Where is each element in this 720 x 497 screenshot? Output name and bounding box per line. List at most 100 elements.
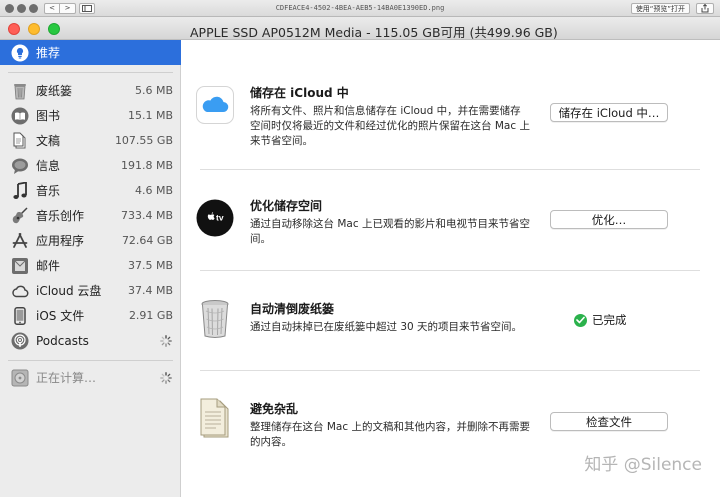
sidebar-item-label: 邮件 — [36, 259, 61, 273]
preview-sidebar-toggle-icon[interactable] — [79, 2, 95, 14]
sidebar-item-music[interactable]: 音乐 4.6 MB — [0, 178, 181, 203]
sidebar-item-label: 推荐 — [36, 46, 61, 60]
sidebar-item-label: iCloud 云盘 — [36, 284, 102, 298]
sidebar-item-music-creation[interactable]: 音乐创作 733.4 MB — [0, 203, 181, 228]
sidebar-item-books[interactable]: 图书 15.1 MB — [0, 103, 181, 128]
row-divider — [200, 370, 700, 371]
loading-spinner-icon — [160, 371, 172, 384]
sidebar-item-label: iOS 文件 — [36, 309, 85, 323]
music-note-icon — [11, 181, 29, 200]
traffic-lights — [8, 23, 60, 35]
recommendation-description: 通过自动抹掉已在废纸篓中超过 30 天的项目来节省空间。 — [250, 321, 523, 333]
row-divider — [200, 169, 700, 170]
sidebar-item-label: 应用程序 — [36, 234, 85, 248]
zoom-button[interactable] — [48, 23, 60, 35]
preview-minimize-button[interactable] — [17, 3, 26, 13]
guitar-icon — [11, 206, 29, 225]
review-files-button[interactable]: 检查文件 — [550, 412, 668, 431]
share-icon[interactable] — [696, 3, 714, 14]
preview-zoom-button[interactable] — [29, 3, 38, 13]
status-badge: 已完成 — [574, 312, 627, 328]
preview-toolbar: < > CDFEACE4-4502-4BEA-AEB5-14BA0E1390ED… — [0, 0, 720, 17]
recommendation-description: 整理储存在这台 Mac 上的文稿和其他内容，并删除不再需要的内容。 — [250, 421, 530, 448]
recommendation-title: 避免杂乱 — [250, 402, 299, 416]
sidebar-item-podcasts[interactable]: Podcasts — [0, 328, 181, 353]
sidebar-item-size: 4.6 MB — [134, 184, 173, 197]
recommendation-title: 储存在 iCloud 中 — [250, 86, 349, 100]
preview-back-button[interactable]: < — [44, 2, 60, 14]
optimize-button[interactable]: 优化… — [550, 210, 668, 229]
checkmark-icon — [574, 313, 587, 327]
sidebar-item-recommendations[interactable]: 推荐 — [0, 40, 181, 65]
window-title: APPLE SSD AP0512M Media - 115.05 GB可用 (共… — [190, 25, 558, 40]
storage-window: APPLE SSD AP0512M Media - 115.05 GB可用 (共… — [0, 17, 720, 497]
loading-spinner-icon — [160, 334, 172, 347]
svg-text:tv: tv — [216, 213, 224, 223]
close-button[interactable] — [8, 23, 20, 35]
sidebar-item-messages[interactable]: 信息 191.8 MB — [0, 153, 181, 178]
sidebar-item-mail[interactable]: 邮件 37.5 MB — [0, 253, 181, 278]
sidebar-item-size: 15.1 MB — [127, 109, 173, 122]
documents-icon — [196, 398, 234, 438]
preview-filename: CDFEACE4-4502-4BEA-AEB5-14BA0E1390ED.png — [275, 4, 445, 12]
sidebar-item-size: 733.4 MB — [120, 209, 173, 222]
sidebar-item-size: 107.55 GB — [114, 134, 173, 147]
sidebar-item-label: 废纸篓 — [36, 84, 73, 98]
row-divider — [200, 270, 700, 271]
sidebar-item-size: 37.4 MB — [127, 284, 173, 297]
document-icon — [11, 132, 29, 150]
sidebar-item-size: 72.64 GB — [121, 234, 173, 247]
recommendation-title: 优化储存空间 — [250, 199, 323, 213]
sidebar-divider — [8, 72, 173, 73]
recommendation-description: 将所有文件、照片和信息储存在 iCloud 中，并在需要储存空间时仅将最近的文件… — [250, 105, 530, 147]
sidebar-item-size: 37.5 MB — [127, 259, 173, 272]
trash-icon — [11, 82, 29, 100]
podcast-icon — [11, 332, 29, 350]
store-in-icloud-button[interactable]: 储存在 iCloud 中… — [550, 103, 668, 122]
recommendation-reduce-clutter: 避免杂乱 整理储存在这台 Mac 上的文稿和其他内容，并删除不再需要的内容。 — [250, 400, 530, 450]
recommendation-empty-trash: 自动清倒废纸篓 通过自动抹掉已在废纸篓中超过 30 天的项目来节省空间。 — [250, 300, 530, 335]
preview-window-controls — [5, 3, 38, 13]
sidebar-item-applications[interactable]: 应用程序 72.64 GB — [0, 228, 181, 253]
open-with-preview-button[interactable]: 使用“预览”打开 — [630, 3, 690, 14]
sidebar-item-computing: 正在计算… — [0, 365, 181, 390]
preview-close-button[interactable] — [5, 3, 14, 13]
recommendation-description: 通过自动移除这台 Mac 上已观看的影片和电视节目来节省空间。 — [250, 218, 530, 245]
apple-tv-icon: tv — [196, 199, 234, 237]
preview-forward-button[interactable]: > — [60, 2, 76, 14]
watermark: 知乎 @Silence — [584, 455, 702, 475]
recommendation-title: 自动清倒废纸篓 — [250, 302, 335, 316]
sidebar-item-size: 2.91 GB — [128, 309, 173, 322]
recommendation-optimize: 优化储存空间 通过自动移除这台 Mac 上已观看的影片和电视节目来节省空间。 — [250, 197, 530, 247]
sidebar-item-size: 5.6 MB — [134, 84, 173, 97]
sidebar-item-label: 音乐 — [36, 184, 61, 198]
sidebar-item-label: 文稿 — [36, 134, 61, 148]
sidebar-item-ios-files[interactable]: iOS 文件 2.91 GB — [0, 303, 181, 328]
recommendation-icloud: 储存在 iCloud 中 将所有文件、照片和信息储存在 iCloud 中，并在需… — [250, 84, 530, 149]
sidebar-divider — [8, 360, 173, 361]
sidebar-item-icloud-drive[interactable]: iCloud 云盘 37.4 MB — [0, 278, 181, 303]
recommendations-panel: 储存在 iCloud 中 将所有文件、照片和信息储存在 iCloud 中，并在需… — [182, 40, 720, 497]
book-icon — [11, 107, 29, 125]
sidebar-item-label: 音乐创作 — [36, 209, 85, 223]
sidebar-item-label: 图书 — [36, 109, 61, 123]
mail-icon — [11, 257, 29, 275]
lightbulb-icon — [11, 44, 29, 62]
minimize-button[interactable] — [28, 23, 40, 35]
sidebar-item-label: Podcasts — [36, 333, 89, 348]
icloud-icon — [196, 86, 234, 124]
cloud-icon — [11, 282, 29, 300]
phone-icon — [11, 306, 29, 325]
sidebar-item-label: 信息 — [36, 159, 61, 173]
sidebar-item-documents[interactable]: 文稿 107.55 GB — [0, 128, 181, 153]
sidebar-item-trash[interactable]: 废纸篓 5.6 MB — [0, 78, 181, 103]
sidebar-item-size: 191.8 MB — [120, 159, 173, 172]
trash-can-icon — [196, 300, 234, 338]
disk-icon — [11, 369, 29, 387]
title-bar: APPLE SSD AP0512M Media - 115.05 GB可用 (共… — [0, 17, 720, 40]
sidebar: 推荐 废纸篓 5.6 MB 图书 15.1 MB 文稿 107.55 GB 信息… — [0, 40, 181, 497]
app-store-icon — [11, 232, 29, 250]
message-icon — [11, 157, 29, 175]
preview-nav: < > — [44, 2, 76, 14]
status-label: 已完成 — [592, 313, 627, 327]
